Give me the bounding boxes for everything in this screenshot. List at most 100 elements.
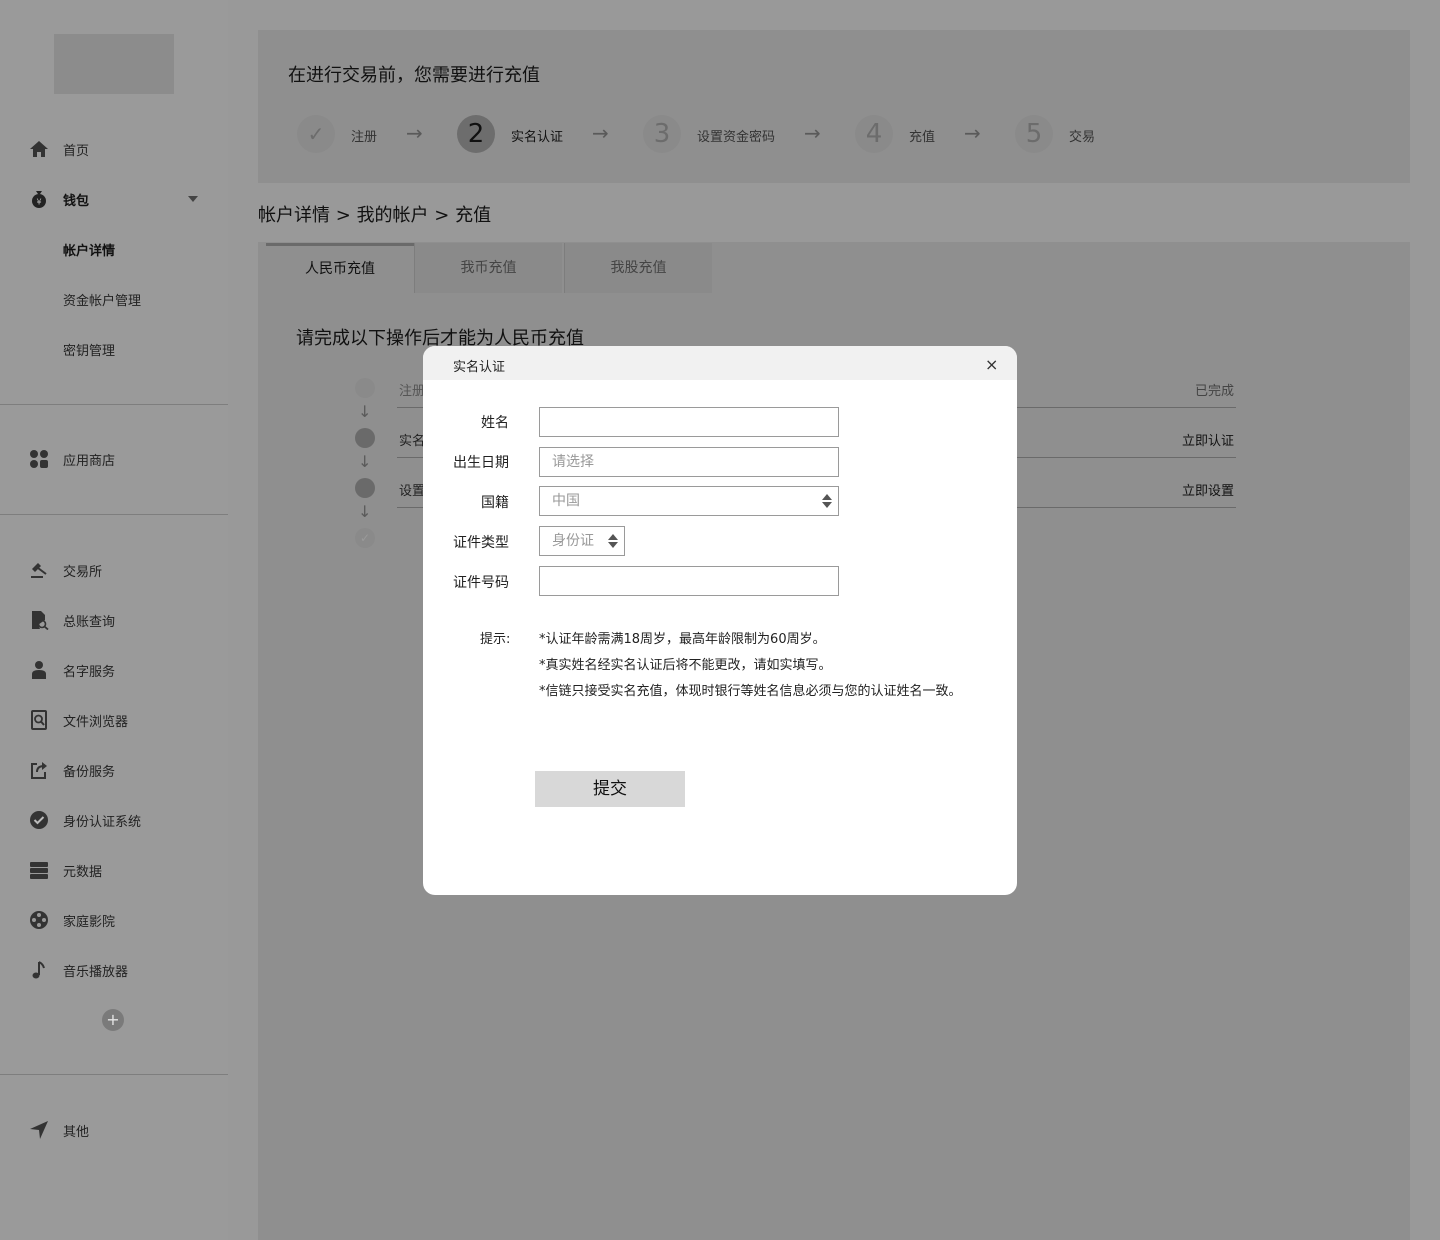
sidebar-item-label: 元数据 [63,864,103,880]
breadcrumb-separator: > [434,205,450,226]
id-number-input[interactable] [539,566,839,596]
sidebar-subitem-label: 帐户详情 [63,243,116,259]
step-circle: 5 [1015,115,1053,153]
breadcrumb-separator: > [335,205,351,226]
sidebar-item-music-player[interactable]: 音乐播放器 [0,950,228,990]
sidebar-item-label: 备份服务 [63,764,116,780]
set-now-link[interactable]: 立即设置 [1182,480,1234,499]
id-type-label: 证件类型 [453,535,509,551]
sidebar-item-label: 名字服务 [63,664,116,680]
tip-line: *真实姓名经实名认证后将不能更改，请如实填写。 [539,658,832,673]
arrow-right-icon: → [406,121,423,145]
steps-panel-title: 在进行交易前，您需要进行充值 [288,65,540,86]
nationality-value: 中国 [552,493,580,509]
birth-date-label: 出生日期 [453,455,509,471]
arrow-right-icon: → [964,121,981,145]
tab-stock-recharge[interactable]: 我股充值 [564,243,712,293]
task-dot [355,428,375,448]
step-circle-done: ✓ [297,115,335,153]
svg-text:¥: ¥ [36,198,41,207]
tip-line: *认证年龄需满18周岁，最高年龄限制为60周岁。 [539,632,826,647]
nationality-label: 国籍 [481,495,509,511]
id-number-label: 证件号码 [453,575,509,591]
sidebar-subitem-label: 密钥管理 [63,343,116,359]
step-label: 设置资金密码 [697,130,776,145]
sidebar-item-exchange[interactable]: 交易所 [0,550,228,590]
file-browser-icon [28,709,50,731]
sidebar-subitem-label: 资金帐户管理 [63,293,142,309]
database-icon [28,859,50,881]
sidebar-item-label: 文件浏览器 [63,714,129,730]
wallet-icon: ¥ [28,188,50,210]
sidebar-item-identity[interactable]: 身份认证系统 [0,800,228,840]
arrow-down-icon: ↓ [358,452,372,471]
sidebar-item-home-theater[interactable]: 家庭影院 [0,900,228,940]
breadcrumb-item[interactable]: 我的帐户 [357,205,429,226]
select-arrows-icon [608,534,618,548]
task-dot [355,378,375,398]
user-icon [28,659,50,681]
task-name: 实名 [399,434,426,449]
real-name-auth-dialog: 实名认证 × 姓名 出生日期 请选择 国籍 中国 证件类型 身份证 证件号码 提… [423,346,1017,895]
step-label: 交易 [1069,130,1096,145]
arrow-down-icon: ↓ [358,402,372,421]
backup-icon [28,759,50,781]
step-label: 注册 [351,130,378,145]
sidebar-item-backup[interactable]: 备份服务 [0,750,228,790]
ledger-search-icon [28,609,50,631]
logo [54,34,174,94]
sidebar-item-label: 首页 [63,143,90,159]
sidebar-item-label: 音乐播放器 [63,964,129,980]
submit-button[interactable]: 提交 [535,771,685,807]
birth-date-picker[interactable]: 请选择 [539,447,839,477]
sidebar-item-home[interactable]: 首页 [0,129,228,169]
sidebar-item-label: 家庭影院 [63,914,116,930]
sidebar-item-other[interactable]: 其他 [0,1110,228,1150]
breadcrumb: 帐户详情 > 我的帐户 > 充值 [258,201,491,227]
sidebar-item-app-store[interactable]: 应用商店 [0,439,228,479]
nationality-select[interactable]: 中国 [539,486,839,516]
close-icon[interactable]: × [985,355,998,374]
sidebar-item-label: 身份认证系统 [63,814,142,830]
sidebar-divider [0,1074,228,1075]
film-reel-icon [28,909,50,931]
name-label: 姓名 [481,415,509,431]
sidebar-item-label: 应用商店 [63,453,116,469]
step-circle: 4 [855,115,893,153]
arrow-right-icon: → [592,121,609,145]
app-store-icon [28,448,50,470]
check-icon: ✓ [355,528,375,548]
arrow-down-icon: ↓ [358,502,372,521]
exchange-icon [28,559,50,581]
dialog-header: 实名认证 × [423,346,1017,380]
home-icon [28,138,50,160]
step-circle: 3 [643,115,681,153]
id-type-select[interactable]: 身份证 [539,526,625,556]
sidebar-subitem-key-management[interactable]: 密钥管理 [0,329,228,369]
sidebar-item-wallet[interactable]: ¥ 钱包 [0,179,228,219]
music-note-icon [28,959,50,981]
sidebar-item-label: 总账查询 [63,614,116,630]
tip-label: 提示: [480,632,511,647]
add-app-button[interactable]: + [102,1009,124,1031]
sidebar: 首页 ¥ 钱包 帐户详情 资金帐户管理 密钥管理 应用商店 交易所 总账查询 名… [0,0,228,1240]
breadcrumb-item[interactable]: 帐户详情 [258,205,330,226]
select-arrows-icon [822,494,832,508]
id-type-value: 身份证 [552,533,594,549]
sidebar-subitem-fund-account[interactable]: 资金帐户管理 [0,279,228,319]
name-input[interactable] [539,407,839,437]
sidebar-divider [0,404,228,405]
chevron-down-icon [188,196,198,202]
sidebar-item-label: 交易所 [63,564,103,580]
sidebar-subitem-account-detail[interactable]: 帐户详情 [0,229,228,269]
verify-now-link[interactable]: 立即认证 [1182,430,1234,449]
breadcrumb-item: 充值 [455,205,492,226]
tab-rmb-recharge[interactable]: 人民币充值 [266,243,414,293]
sidebar-item-file-browser[interactable]: 文件浏览器 [0,700,228,740]
sidebar-item-metadata[interactable]: 元数据 [0,850,228,890]
sidebar-item-name-service[interactable]: 名字服务 [0,650,228,690]
sidebar-item-ledger[interactable]: 总账查询 [0,600,228,640]
step-label: 实名认证 [511,130,564,145]
tab-coin-recharge[interactable]: 我币充值 [414,243,562,293]
step-label: 充值 [909,130,936,145]
